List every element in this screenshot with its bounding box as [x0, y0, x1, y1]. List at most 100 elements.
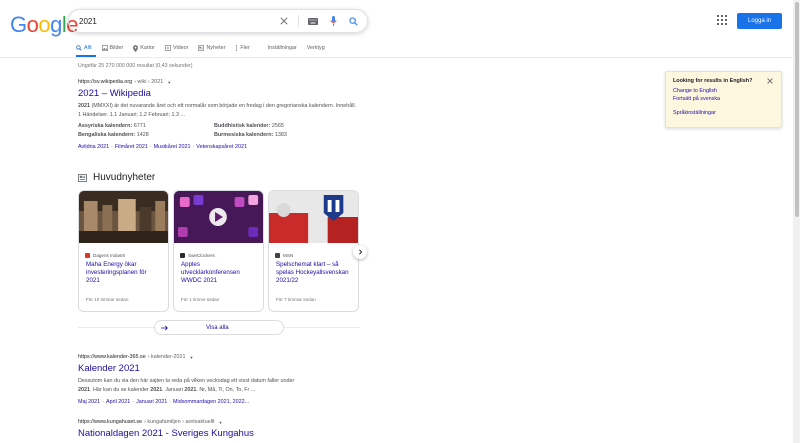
- source-name: Dagens Industri: [93, 253, 126, 258]
- tab-news[interactable]: Nyheter: [198, 42, 225, 54]
- result-sitelinks: Maj 2021 · April 2021 · Januari 2021 · Midsomm…: [78, 399, 250, 405]
- tab-label: Videor: [172, 45, 189, 51]
- result-title[interactable]: Nationaldagen 2021 - Sveriges Kungahus: [78, 428, 254, 439]
- result-sitelinks: Avlidna 2021 · Filmåret 2021 · Musikåret 202…: [78, 144, 247, 150]
- result-url[interactable]: https://sv.wikipedia.org › wiki › 2021 ▼: [78, 79, 358, 85]
- source-name: SweClockers: [188, 253, 215, 258]
- video-icon: [164, 45, 171, 51]
- news-card[interactable]: Dagens Industri Maha Energy ökar investe…: [78, 190, 169, 312]
- news-thumbnail: [79, 191, 168, 243]
- snippet-bold: 2021: [150, 387, 163, 393]
- news-card[interactable]: MSN Spelschemat klart – så spelas Hockey…: [268, 190, 359, 312]
- tab-all[interactable]: Allt: [76, 42, 92, 54]
- news-source: SweClockers: [174, 248, 263, 258]
- microphone-icon[interactable]: [327, 15, 339, 27]
- snippet-bold: 2021: [78, 387, 90, 393]
- snippet-text: Dessutom kan du via den här sajten ta re…: [78, 378, 295, 384]
- tab-more[interactable]: Fler: [235, 42, 250, 54]
- search-result-wikipedia: https://sv.wikipedia.org › wiki › 2021 ▼…: [78, 79, 358, 152]
- result-url[interactable]: https://www.kalender-365.se › kalender-2…: [78, 354, 358, 360]
- source-favicon: [275, 253, 280, 258]
- search-box[interactable]: [68, 9, 368, 33]
- news-source: MSN: [269, 248, 358, 258]
- scrollbar-thumb[interactable]: [795, 2, 799, 217]
- search-input[interactable]: [79, 16, 270, 26]
- snippet-text: . Nr, Må, Ti, On, To, Fr ...: [196, 387, 256, 393]
- fact-value: 6771: [133, 123, 146, 129]
- carousel-next-button[interactable]: [353, 245, 367, 259]
- login-button[interactable]: Logga in: [737, 13, 782, 29]
- language-suggestion-box: Looking for results in English? Change t…: [665, 71, 782, 128]
- news-age: För 7 timmar sedan: [276, 297, 316, 302]
- snippet-text: . Januari: [162, 387, 185, 393]
- keyboard-icon[interactable]: [307, 15, 319, 27]
- sitelink[interactable]: Januari 2021: [136, 399, 167, 405]
- result-domain: https://sv.wikipedia.org: [78, 79, 133, 85]
- news-age: För 10 timmar sedan: [86, 297, 129, 302]
- result-stats: Ungefär 25 270 000 000 resultat (0,43 se…: [78, 63, 193, 69]
- news-carousel: Dagens Industri Maha Energy ökar investe…: [78, 190, 363, 312]
- more-options-icon[interactable]: ▼: [219, 420, 223, 425]
- result-domain: https://www.kungahuset.se: [78, 419, 143, 425]
- snippet-bold: 2021: [78, 103, 90, 109]
- more-icon: [236, 45, 238, 51]
- result-path: › kalender-2021: [147, 354, 186, 360]
- apps-grid-icon[interactable]: [717, 15, 727, 25]
- fact-value: 1428: [136, 132, 149, 138]
- continue-swedish-link[interactable]: Fortsätt på svenska: [673, 96, 774, 102]
- tab-label: Allt: [84, 45, 92, 51]
- more-options-icon[interactable]: ▼: [167, 80, 171, 85]
- tab-label: Fler: [240, 45, 250, 51]
- sitelink[interactable]: Avlidna 2021: [78, 144, 109, 150]
- result-title[interactable]: Kalender 2021: [78, 363, 358, 374]
- language-settings-link[interactable]: Språkinställningar: [673, 110, 774, 116]
- news-card[interactable]: SweClockers Apples utvecklarkonferensen …: [173, 190, 264, 312]
- view-all-button[interactable]: Visa alla: [154, 320, 284, 335]
- change-to-english-link[interactable]: Change to English: [673, 88, 774, 94]
- sitelink[interactable]: Musikåret 2021: [154, 144, 191, 150]
- sitelink[interactable]: April 2021: [106, 399, 130, 405]
- sitelink[interactable]: Midsommardagen 2021, 2022...: [173, 399, 249, 405]
- fact-item: Assyriska kalendern: 6771: [78, 122, 214, 131]
- result-url[interactable]: https://www.kungahuset.se › kungafamilje…: [78, 419, 254, 425]
- news-icon: [198, 45, 205, 51]
- result-path: › wiki › 2021: [134, 79, 164, 85]
- sitelink[interactable]: Filmåret 2021: [115, 144, 148, 150]
- chevron-right-icon: [358, 249, 362, 255]
- tab-videos[interactable]: Videor: [164, 42, 189, 54]
- tools-link[interactable]: Verktyg: [307, 42, 325, 54]
- fact-value: 1383: [274, 132, 287, 138]
- fact-label: Burmesiska kalendern:: [214, 132, 274, 138]
- news-thumbnail: [269, 191, 358, 243]
- close-icon[interactable]: [767, 78, 773, 86]
- tab-label: Nyheter: [206, 45, 226, 51]
- snippet-text: . Här kan du se kalender: [90, 387, 151, 393]
- map-pin-icon: [133, 44, 139, 52]
- news-title: Apples utvecklarkonferensen WWDC 2021: [181, 261, 240, 284]
- sitelink[interactable]: Vetenskapsåret 2021: [196, 144, 247, 150]
- fact-label: Bengaliska kalendern:: [78, 132, 136, 138]
- logo-letter-o1: o: [26, 12, 39, 37]
- snippet-bold: 2021: [184, 387, 197, 393]
- snippet-text: (MMXXI) är det nuvarande året och ett no…: [78, 103, 357, 118]
- result-title[interactable]: 2021 – Wikipedia: [78, 88, 358, 99]
- fact-item: Bengaliska kalendern: 1428: [78, 131, 214, 140]
- source-favicon: [180, 253, 185, 258]
- search-tabs: Allt Bilder Kartor Videor Nyheter Fler I…: [76, 42, 335, 54]
- search-result-kalender: https://www.kalender-365.se › kalender-2…: [78, 354, 358, 407]
- news-age: För 1 timme sedan: [181, 297, 220, 302]
- more-options-icon[interactable]: ▼: [189, 355, 193, 360]
- result-facts: Assyriska kalendern: 6771 Buddhistisk ka…: [78, 122, 358, 140]
- tab-images[interactable]: Bilder: [101, 42, 123, 54]
- logo-letter-g: G: [10, 12, 27, 37]
- news-thumbnail: [174, 191, 263, 243]
- settings-link[interactable]: Inställningar: [268, 42, 297, 54]
- tab-maps[interactable]: Kartor: [133, 42, 155, 54]
- view-all-label: Visa alla: [206, 324, 229, 331]
- sitelink[interactable]: Maj 2021: [78, 399, 100, 405]
- fact-item: Burmesiska kalendern: 1383: [214, 131, 350, 140]
- search-result-kungahuset: https://www.kungahuset.se › kungafamilje…: [78, 419, 254, 439]
- search-icon[interactable]: [347, 15, 359, 27]
- clear-icon[interactable]: [278, 15, 290, 27]
- image-icon: [101, 45, 108, 51]
